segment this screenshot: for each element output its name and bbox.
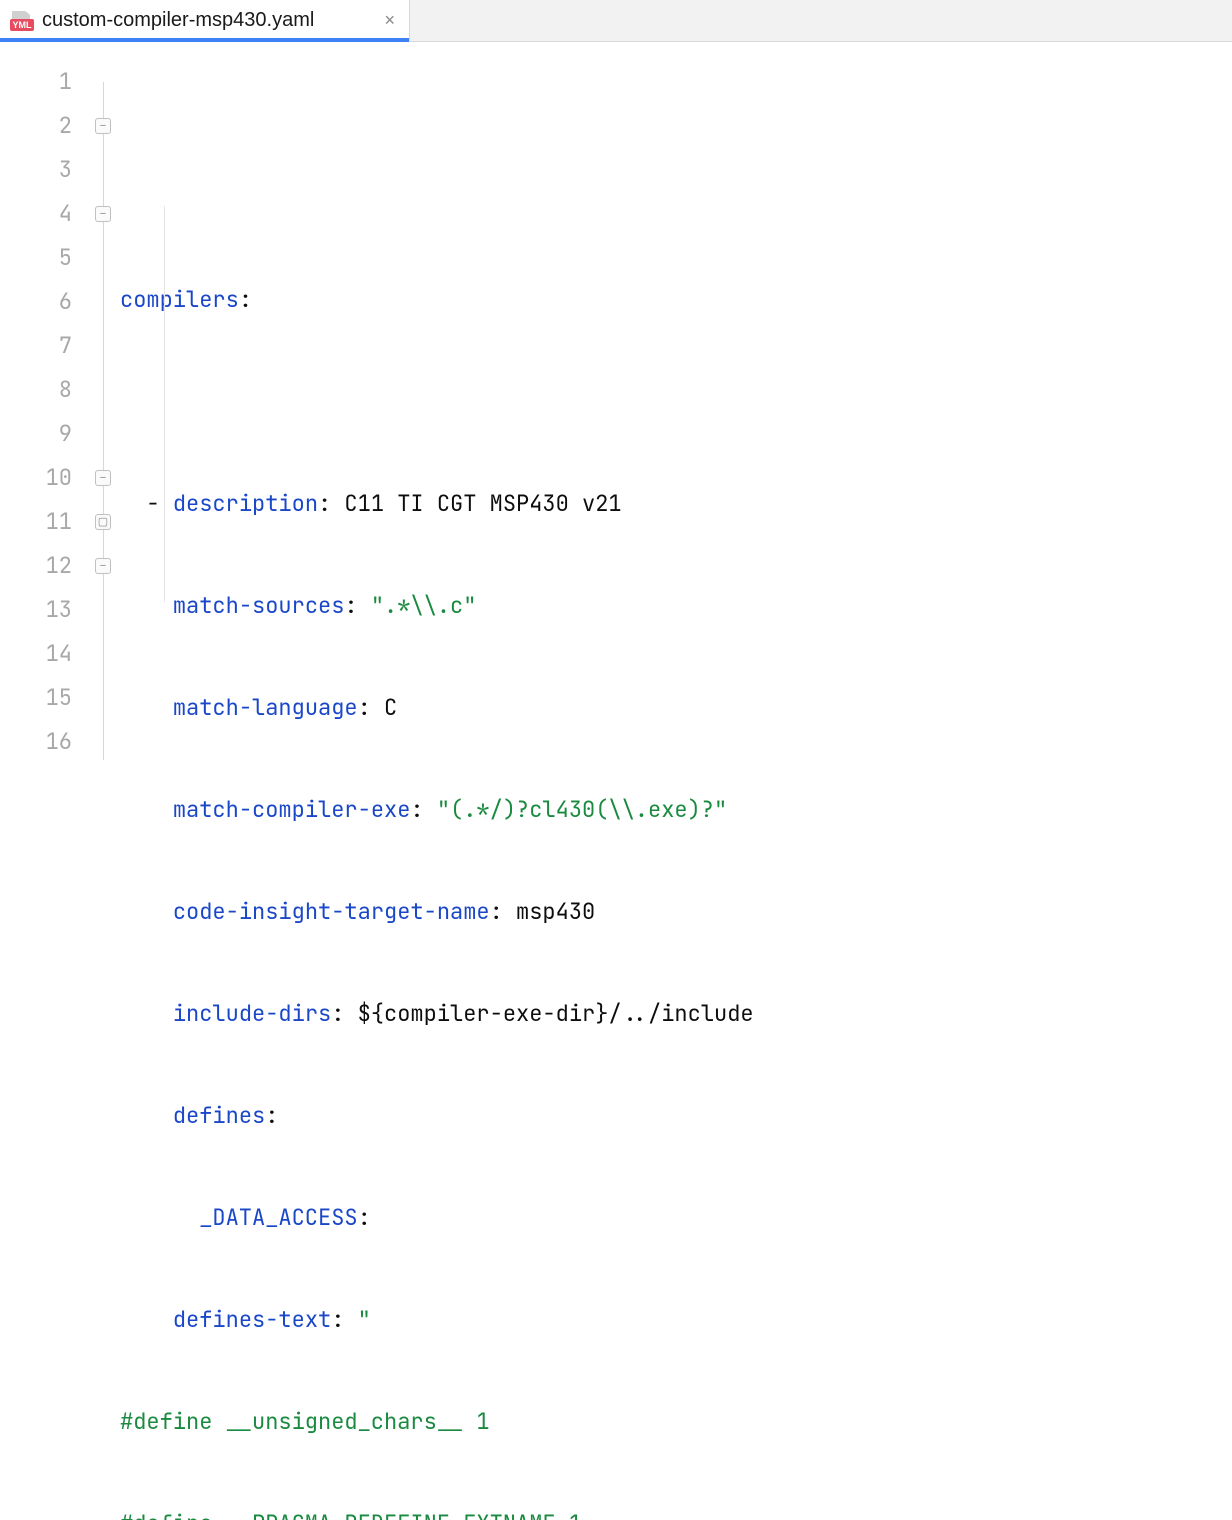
code-line: compilers:: [118, 278, 1232, 322]
line-number: 2: [0, 104, 90, 148]
code-line: #define __PRAGMA_REDEFINE_EXTNAME 1: [118, 1502, 1232, 1520]
close-icon[interactable]: ×: [380, 10, 399, 31]
code-line: match-sources: ".*\\.c": [118, 584, 1232, 628]
line-number: 13: [0, 588, 90, 632]
code-line: code-insight-target-name: msp430: [118, 890, 1232, 934]
line-number: 3: [0, 148, 90, 192]
line-number: 11: [0, 500, 90, 544]
code-line: [118, 380, 1232, 424]
code-line: defines:: [118, 1094, 1232, 1138]
line-number: 4: [0, 192, 90, 236]
line-number: 16: [0, 720, 90, 764]
fold-toggle-icon[interactable]: ▢: [95, 514, 111, 530]
line-number: 6: [0, 280, 90, 324]
tab-bar: YML custom-compiler-msp430.yaml ×: [0, 0, 1232, 42]
fold-gutter: − − − ▢ −: [90, 42, 118, 760]
line-number: 10: [0, 456, 90, 500]
line-number: 12: [0, 544, 90, 588]
fold-toggle-icon[interactable]: −: [95, 558, 111, 574]
line-number: 8: [0, 368, 90, 412]
yaml-file-icon: YML: [10, 11, 34, 31]
line-number: 9: [0, 412, 90, 456]
line-number: 1: [0, 60, 90, 104]
fold-toggle-icon[interactable]: −: [95, 206, 111, 222]
line-number: 7: [0, 324, 90, 368]
code-line: match-compiler-exe: "(.*/)?cl430(\\.exe)…: [118, 788, 1232, 832]
line-number: 15: [0, 676, 90, 720]
fold-toggle-icon[interactable]: −: [95, 470, 111, 486]
code-line: _DATA_ACCESS:: [118, 1196, 1232, 1240]
editor[interactable]: 1 2 3 4 5 6 7 8 9 10 11 12 13 14 15 16 −…: [0, 42, 1232, 760]
code-line: - description: C11 TI CGT MSP430 v21: [118, 482, 1232, 526]
line-number: 14: [0, 632, 90, 676]
tab-title: custom-compiler-msp430.yaml: [42, 9, 314, 32]
code-line: #define __unsigned_chars__ 1: [118, 1400, 1232, 1444]
code-line: include-dirs: ${compiler-exe-dir}/../inc…: [118, 992, 1232, 1036]
line-number-gutter: 1 2 3 4 5 6 7 8 9 10 11 12 13 14 15 16: [0, 42, 90, 760]
code-line: defines-text: ": [118, 1298, 1232, 1342]
tab-active[interactable]: YML custom-compiler-msp430.yaml ×: [0, 0, 410, 41]
fold-toggle-icon[interactable]: −: [95, 118, 111, 134]
line-number: 5: [0, 236, 90, 280]
code-line: [118, 176, 1232, 220]
code-area[interactable]: compilers: - description: C11 TI CGT MSP…: [118, 42, 1232, 760]
code-line: match-language: C: [118, 686, 1232, 730]
